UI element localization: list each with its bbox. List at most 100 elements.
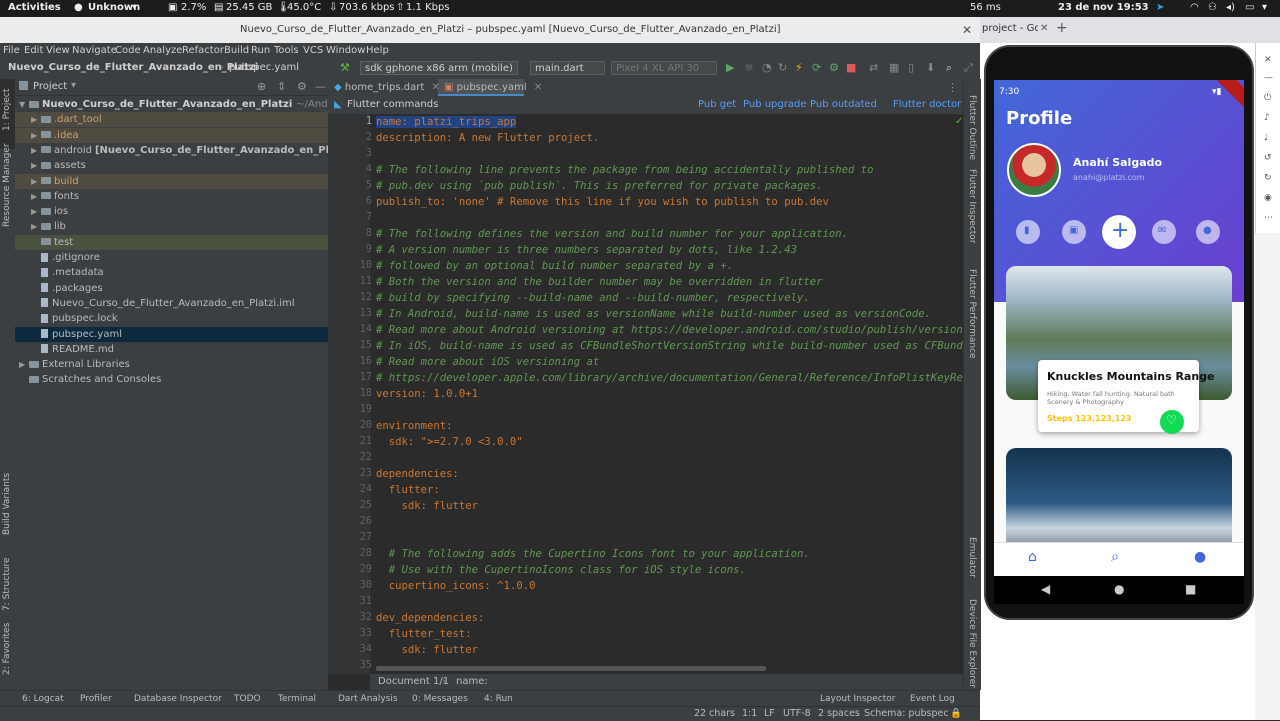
recents-icon[interactable]: ■ [1185, 582, 1196, 596]
tool-logcat[interactable]: 6: Logcat [22, 694, 64, 704]
expand-arrow-icon[interactable]: ▶ [31, 219, 41, 234]
clock[interactable]: 23 de nov 19:53 [1058, 2, 1149, 13]
volume-icon[interactable]: ◂) [1226, 2, 1235, 13]
tree-item[interactable]: README.md [15, 342, 344, 357]
volume-down-icon[interactable]: ♩ [1264, 133, 1268, 143]
menu-analyze[interactable]: Analyze [143, 45, 182, 56]
pub-get-link[interactable]: Pub get [698, 99, 736, 110]
expand-arrow-icon[interactable]: ▼ [19, 97, 29, 112]
person-icon[interactable]: ● [1194, 549, 1206, 565]
coverage-icon[interactable]: ◔ [762, 61, 772, 74]
attach-debugger-icon[interactable]: ⚙ [829, 61, 839, 74]
expand-arrow-icon[interactable]: ▶ [19, 357, 29, 372]
run-icon[interactable]: ▶ [726, 61, 734, 74]
sdk-manager-icon[interactable]: ⬇ [926, 61, 935, 74]
search-icon[interactable]: ⌕ [946, 61, 952, 75]
tree-item[interactable]: ▶ assets [15, 158, 344, 173]
status-line-separator[interactable]: LF [764, 708, 775, 719]
flutter-doctor-link[interactable]: Flutter doctor [893, 99, 961, 110]
avd-selector[interactable]: Pixel 4 XL API 30 [611, 61, 717, 75]
telegram-icon[interactable]: ➤ [1156, 2, 1164, 13]
project-structure-icon[interactable]: ▦ [889, 61, 899, 74]
status-schema[interactable]: Schema: pubspec [864, 708, 949, 719]
tool-terminal[interactable]: Terminal [278, 694, 316, 704]
tree-item[interactable]: ▶ lib [15, 219, 344, 234]
rotate-right-icon[interactable]: ↻ [1264, 173, 1272, 183]
tree-item[interactable]: pubspec.lock [15, 311, 344, 326]
horizontal-scrollbar[interactable] [376, 666, 766, 671]
stop-icon[interactable]: ■ [846, 61, 856, 74]
tree-item[interactable]: ▶ fonts [15, 189, 344, 204]
menu-run[interactable]: Run [251, 45, 270, 56]
expand-icon[interactable]: ⤢ [964, 61, 973, 75]
menu-view[interactable]: View [46, 45, 70, 56]
code-editor[interactable] [370, 114, 963, 674]
expand-arrow-icon[interactable]: ▶ [31, 128, 41, 143]
collapse-all-icon[interactable]: ⇕ [277, 80, 286, 93]
sync-icon[interactable]: ⇄ [869, 61, 878, 74]
tool-flutter-outline[interactable]: Flutter Outline [967, 95, 977, 160]
card-button[interactable]: ▣ [1062, 220, 1086, 244]
tool-device-file-explorer[interactable]: Device File Explorer [967, 599, 977, 688]
tab-pubspec[interactable]: ▣ pubspec.yaml ✕ [438, 79, 542, 96]
menu-build[interactable]: Build [224, 45, 249, 56]
power-menu-icon[interactable]: ▾ [1262, 2, 1267, 13]
search-icon[interactable]: ⌕ [1111, 549, 1119, 565]
close-window-button[interactable]: ✕ [962, 23, 972, 37]
battery-icon[interactable]: ▭ [1245, 2, 1254, 13]
tool-flutter-performance[interactable]: Flutter Performance [967, 269, 977, 359]
breadcrumb-document[interactable]: Document 1/1 [378, 676, 449, 687]
tool-favorites[interactable]: 2: Favorites [2, 623, 12, 675]
tool-messages[interactable]: 0: Messages [412, 694, 468, 704]
close-tab-icon[interactable]: ✕ [1040, 23, 1048, 34]
status-encoding[interactable]: UTF-8 [783, 708, 811, 719]
lock-icon[interactable]: 🔒 [950, 708, 962, 719]
breadcrumb-file[interactable]: pubspec.yaml [229, 62, 299, 73]
home-icon[interactable]: ⌂ [1028, 549, 1037, 565]
locate-icon[interactable]: ⊕ [257, 80, 266, 93]
tool-build-variants[interactable]: Build Variants [2, 473, 12, 535]
back-icon[interactable]: ◀ [1041, 582, 1050, 596]
tree-item[interactable]: pubspec.yaml [15, 326, 344, 342]
tree-item[interactable]: Nuevo_Curso_de_Flutter_Avanzado_en_Platz… [15, 296, 344, 311]
new-tab-button[interactable]: + [1056, 20, 1068, 36]
tree-item[interactable]: ▶ .idea [15, 127, 344, 143]
tool-resource-manager[interactable]: Resource Manager [2, 143, 12, 227]
project-view-selector[interactable]: Project [33, 81, 67, 92]
expand-arrow-icon[interactable]: ▶ [31, 174, 41, 189]
wifi-icon[interactable]: ◠ [1190, 2, 1199, 13]
menu-vcs[interactable]: VCS [303, 45, 323, 56]
tree-scratches[interactable]: Scratches and Consoles [15, 372, 332, 387]
activities-button[interactable]: Activities [8, 2, 61, 13]
tree-item[interactable]: ▶ .dart_tool [15, 112, 344, 128]
browser-tab-label[interactable]: project - Go [982, 23, 1038, 34]
tool-layout-inspector[interactable]: Layout Inspector [820, 694, 895, 704]
network-icon[interactable]: ⚇ [1208, 2, 1217, 13]
menu-tools[interactable]: Tools [274, 45, 299, 56]
bookmark-button[interactable]: ▮ [1016, 220, 1040, 244]
breadcrumb-key[interactable]: name: [456, 676, 488, 687]
close-tab-icon[interactable]: ✕ [534, 82, 542, 93]
menu-navigate[interactable]: Navigate [72, 45, 117, 56]
menu-refactor[interactable]: Refactor [182, 45, 224, 56]
tree-item[interactable]: .gitignore [15, 250, 344, 265]
phone-screen[interactable]: 7:30 ▾▮ Profile Anahí Salgado anahi@plat… [994, 80, 1244, 576]
hide-panel-icon[interactable]: — [315, 80, 326, 93]
place-card-image-2[interactable] [1006, 448, 1232, 548]
tree-item[interactable]: ▶ build [15, 173, 344, 189]
home-button-icon[interactable]: ● [1114, 582, 1124, 596]
person-button[interactable]: ● [1196, 220, 1220, 244]
rotate-left-icon[interactable]: ↺ [1264, 153, 1272, 163]
tool-profiler[interactable]: Profiler [80, 694, 112, 704]
device-selector[interactable]: sdk gphone x86 arm (mobile) [360, 61, 518, 75]
status-caret-position[interactable]: 1:1 [742, 708, 757, 719]
tree-item[interactable]: ▶ ios [15, 204, 344, 219]
power-icon[interactable]: ⏻ [1264, 93, 1271, 103]
expand-arrow-icon[interactable]: ▶ [31, 204, 41, 219]
status-indent[interactable]: 2 spaces [818, 708, 860, 719]
tab-home-trips[interactable]: ◆ home_trips.dart ✕ [328, 79, 440, 96]
more-icon[interactable]: ⋯ [1264, 213, 1273, 223]
expand-arrow-icon[interactable]: ▶ [31, 112, 41, 127]
pub-upgrade-link[interactable]: Pub upgrade [743, 99, 807, 110]
tree-root[interactable]: ▼ Nuevo_Curso_de_Flutter_Avanzado_en_Plat… [15, 97, 332, 112]
